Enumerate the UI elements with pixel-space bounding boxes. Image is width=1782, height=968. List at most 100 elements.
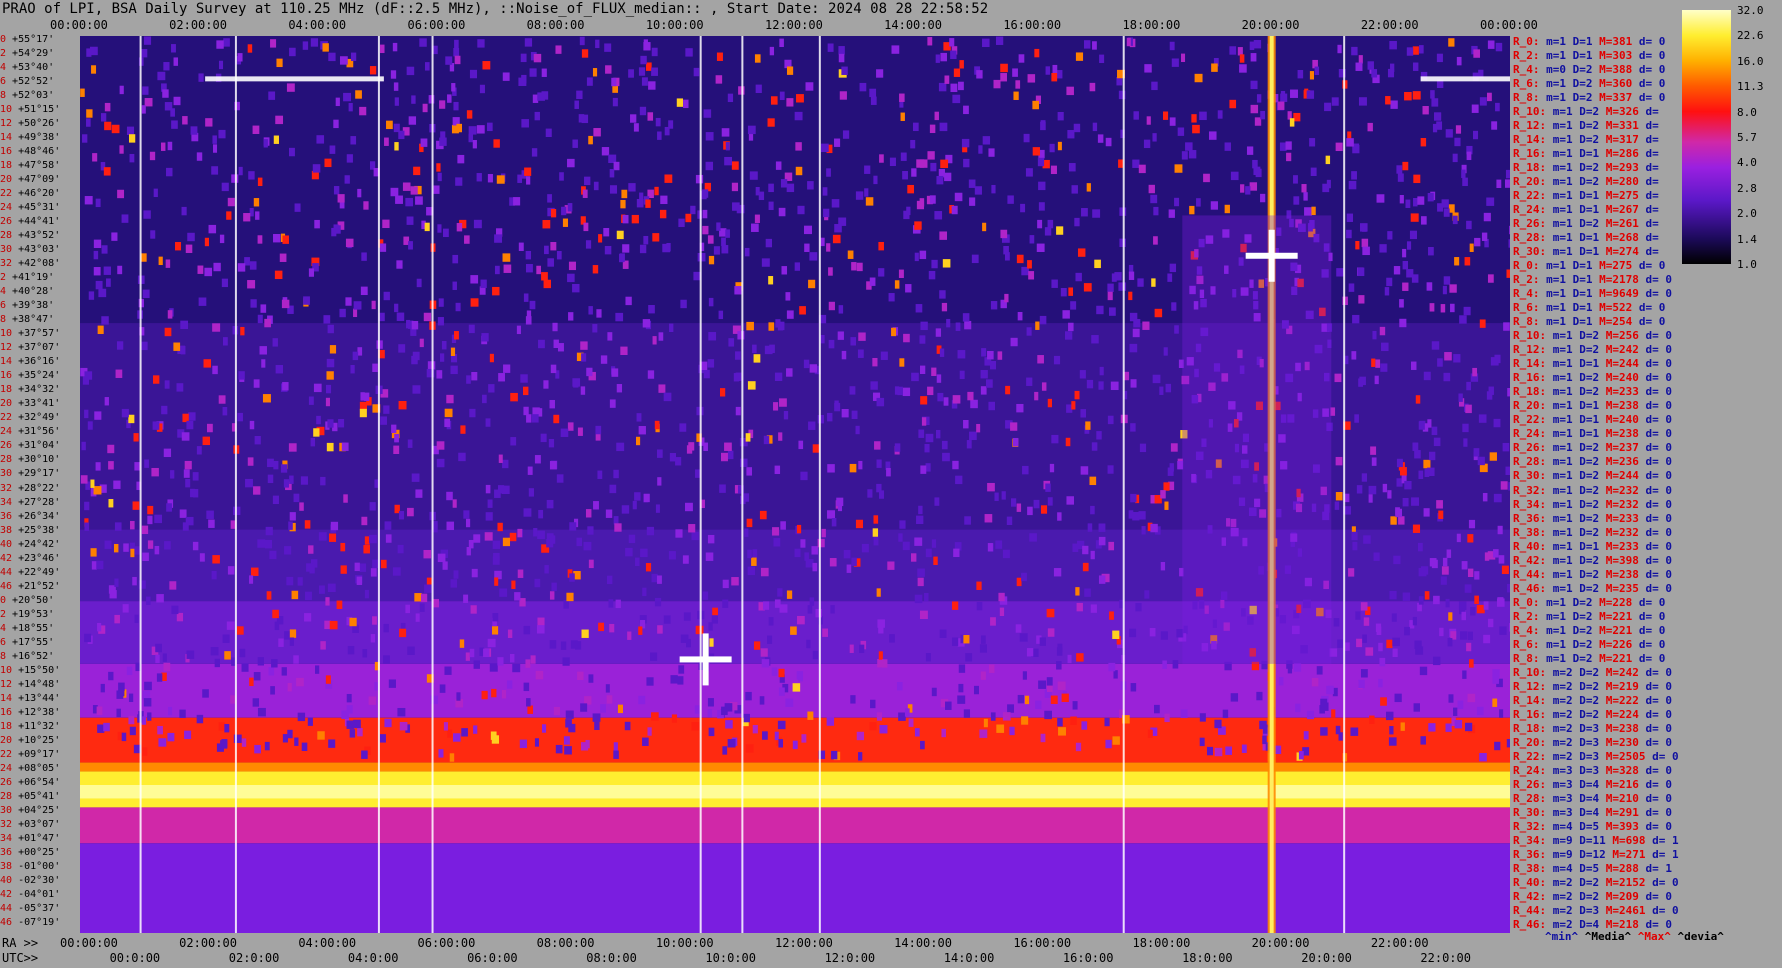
noise-pixel — [608, 599, 614, 608]
row-stat: R_18: m=2 D=3 M=238 d= 0 — [1513, 722, 1672, 735]
stat-max: M=275 — [1605, 189, 1639, 203]
declination-label: 36 +00°25' — [0, 847, 60, 858]
noise-pixel — [735, 351, 741, 360]
noise-pixel — [270, 39, 277, 48]
noise-pixel — [1107, 291, 1113, 301]
noise-pixel — [111, 124, 120, 134]
noise-pixel — [1017, 311, 1023, 321]
noise-pixel — [1057, 512, 1062, 521]
noise-pixel — [794, 262, 800, 271]
noise-pixel — [173, 342, 181, 351]
noise-pixel — [1230, 171, 1239, 181]
noise-pixel — [364, 392, 370, 402]
noise-pixel — [1239, 54, 1245, 63]
noise-pixel — [676, 98, 684, 107]
noise-pixel — [1060, 287, 1067, 297]
stat-max: M=317 — [1605, 133, 1639, 147]
noise-pixel — [1465, 404, 1472, 414]
noise-pixel — [600, 355, 608, 364]
noise-pixel — [506, 680, 513, 689]
noise-pixel — [978, 145, 983, 154]
noise-pixel — [199, 553, 205, 562]
noise-pixel — [273, 460, 279, 470]
noise-pixel — [1016, 577, 1022, 587]
noise-pixel — [809, 252, 818, 261]
declination-label: 14 +36°16' — [0, 356, 60, 367]
stat-dev: d= — [1638, 105, 1659, 119]
row-stat: R_28: m=3 D=4 M=210 d= 0 — [1513, 792, 1672, 805]
point-source-v — [702, 633, 709, 686]
noise-pixel — [980, 370, 988, 379]
noise-pixel — [423, 549, 432, 559]
noise-pixel — [807, 181, 814, 190]
noise-pixel — [1199, 111, 1207, 121]
stat-max: M=328 — [1605, 763, 1639, 777]
noise-pixel — [1051, 72, 1058, 82]
noise-pixel — [297, 577, 303, 586]
noise-pixel — [586, 367, 593, 377]
declination-index: 28 — [0, 230, 13, 242]
noise-pixel — [97, 325, 104, 335]
noise-pixel — [576, 537, 583, 547]
noise-pixel — [439, 100, 446, 109]
noise-pixel — [671, 714, 678, 723]
noise-pixel — [534, 455, 541, 464]
noise-pixel — [1507, 583, 1510, 593]
declination-value: -04°01' — [12, 888, 61, 900]
noise-pixel — [1210, 201, 1218, 210]
utc-tick-label: 02:0:00 — [228, 951, 280, 965]
noise-pixel — [1380, 697, 1387, 706]
noise-pixel — [801, 734, 807, 743]
noise-pixel — [1092, 41, 1097, 50]
stat-dev: d= 0 — [1638, 567, 1672, 581]
noise-pixel — [165, 259, 171, 268]
noise-pixel — [328, 52, 336, 62]
utc-tick-label: 22:0:00 — [1420, 951, 1471, 965]
noise-pixel — [941, 302, 948, 312]
stat-min: m=1 D=2 — [1546, 161, 1606, 175]
noise-pixel — [1410, 361, 1417, 370]
noise-pixel — [1455, 125, 1462, 134]
noise-pixel — [1505, 169, 1510, 179]
noise-pixel — [346, 154, 353, 163]
noise-pixel — [257, 177, 263, 187]
noise-pixel — [221, 278, 228, 288]
noise-pixel — [903, 210, 910, 220]
noise-pixel — [1369, 715, 1375, 724]
declination-value: -07°19' — [12, 916, 61, 928]
noise-pixel — [158, 256, 163, 266]
noise-pixel — [1334, 501, 1340, 510]
noise-pixel — [438, 749, 444, 758]
vertical-artifact — [818, 36, 821, 933]
noise-pixel — [142, 86, 149, 95]
utc-tick-label: 18:0:00 — [1182, 951, 1233, 965]
noise-pixel — [1389, 725, 1394, 735]
noise-pixel — [1443, 372, 1451, 382]
colorbar-tick: 2.0 — [1737, 207, 1757, 221]
stat-max: M=242 — [1605, 343, 1639, 357]
noise-pixel — [405, 604, 410, 614]
declination-value: +32°49' — [12, 412, 61, 424]
noise-pixel — [1047, 497, 1053, 506]
noise-pixel — [655, 117, 661, 127]
noise-pixel — [113, 480, 121, 489]
noise-pixel — [1150, 523, 1158, 533]
noise-pixel — [839, 91, 847, 100]
noise-pixel — [870, 381, 878, 390]
noise-pixel — [1474, 595, 1479, 605]
declination-value: +35°24' — [12, 370, 61, 382]
noise-pixel — [617, 704, 623, 714]
noise-pixel — [293, 655, 299, 664]
noise-pixel — [1379, 244, 1387, 253]
row-stat: R_0: m=1 D=1 M=381 d= 0 — [1513, 35, 1665, 48]
noise-pixel — [1477, 456, 1485, 466]
noise-pixel — [795, 142, 802, 151]
noise-pixel — [93, 239, 102, 249]
noise-pixel — [1246, 146, 1254, 155]
noise-pixel — [568, 312, 574, 321]
noise-pixel — [887, 561, 895, 570]
declination-index: 20 — [0, 734, 13, 746]
noise-pixel — [976, 601, 983, 611]
stat-max: M=331 — [1605, 119, 1639, 133]
declination-label: 36 +26°34' — [0, 511, 60, 522]
